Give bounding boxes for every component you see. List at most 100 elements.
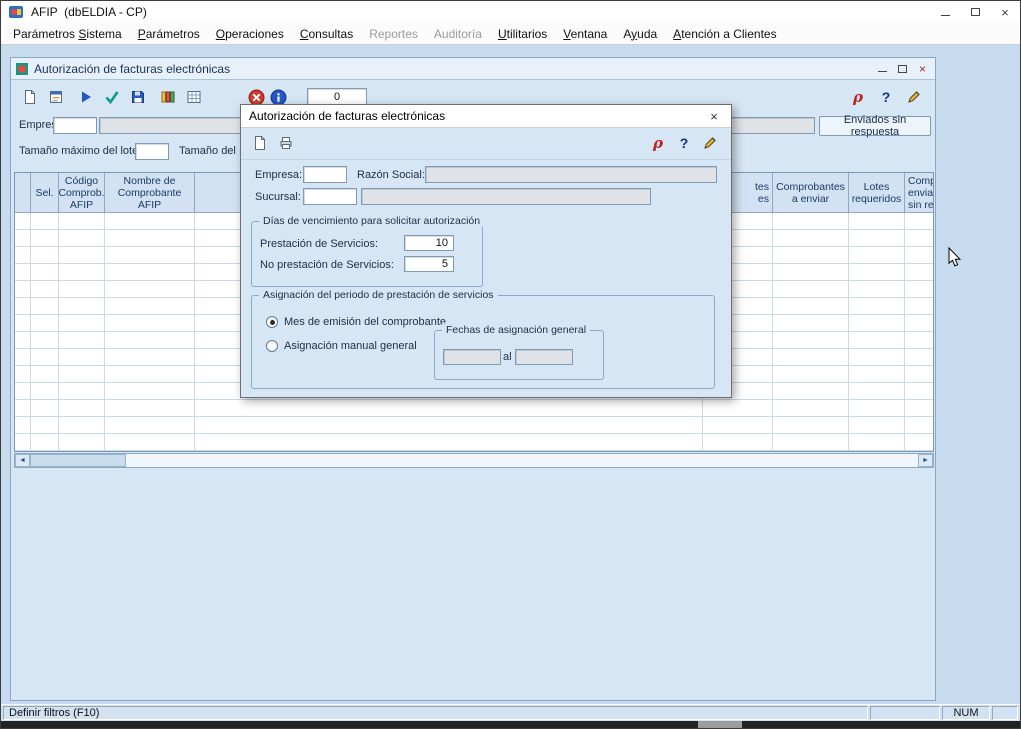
grid-cell — [849, 281, 905, 297]
grid-cell — [105, 315, 195, 331]
grid-cell — [773, 383, 849, 399]
grid-row[interactable] — [15, 400, 933, 417]
menu-operaciones[interactable]: Operaciones — [208, 27, 292, 41]
radio-mes-emision[interactable]: Mes de emisión del comprobante — [266, 316, 446, 328]
dialog-hotkeys-button[interactable] — [699, 132, 721, 154]
new-button[interactable] — [19, 86, 41, 108]
radio-asignacion-manual[interactable]: Asignación manual general — [266, 340, 417, 352]
fecha-hasta-field[interactable] — [515, 349, 573, 365]
grid-cell — [773, 366, 849, 382]
grid-cell — [905, 264, 934, 280]
scrollbar-thumb[interactable] — [30, 454, 126, 467]
minimize-button[interactable] — [930, 1, 960, 23]
horizontal-scrollbar[interactable]: ◄ ► — [14, 453, 934, 468]
grid-cell — [849, 315, 905, 331]
grid-cell — [905, 281, 934, 297]
prestacion-field[interactable]: 10 — [404, 235, 454, 251]
radio-mes-label: Mes de emisión del comprobante — [284, 316, 446, 328]
dialog-new-button[interactable] — [249, 132, 271, 154]
grid-cell — [105, 400, 195, 416]
dialog-autorizacion: Autorización de facturas electrónicas × … — [240, 104, 732, 398]
dialog-rho-button[interactable]: ρ — [647, 132, 669, 154]
fecha-desde-field[interactable] — [443, 349, 501, 365]
grid-row[interactable] — [15, 417, 933, 434]
grid-cell — [849, 230, 905, 246]
empresa-code-field[interactable] — [53, 117, 97, 134]
confirm-button[interactable] — [101, 86, 123, 108]
grid-cell — [905, 298, 934, 314]
menu-parametros[interactable]: Parámetros — [130, 27, 208, 41]
close-button[interactable]: × — [990, 1, 1020, 23]
scroll-left-button[interactable]: ◄ — [15, 454, 30, 467]
export-button[interactable] — [183, 86, 205, 108]
grid-cell — [59, 383, 105, 399]
tamano-partial-label: Tamaño del — [179, 145, 236, 157]
hotkeys-button[interactable] — [903, 86, 925, 108]
menu-atencion-a-clientes[interactable]: Atención a Clientes — [665, 27, 784, 41]
dialog-print-button[interactable] — [275, 132, 297, 154]
no-prestacion-label: No prestación de Servicios: — [260, 259, 394, 271]
dialog-razon-social-label: Razón Social: — [357, 169, 425, 181]
rho-button[interactable]: ρ — [847, 86, 869, 108]
grid-cell — [59, 315, 105, 331]
no-prestacion-field[interactable]: 5 — [404, 256, 454, 272]
new-document-icon — [252, 135, 268, 151]
grid-cell — [59, 298, 105, 314]
status-message: Definir filtros (F10) — [3, 706, 868, 720]
grid-cell — [31, 264, 59, 280]
grid-cell — [31, 366, 59, 382]
grid-cell — [31, 247, 59, 263]
check-icon — [104, 89, 120, 105]
prestacion-label: Prestación de Servicios: — [260, 238, 378, 250]
properties-button[interactable] — [45, 86, 67, 108]
dialog-close-button[interactable]: × — [697, 105, 731, 127]
grid-cell — [59, 349, 105, 365]
grid-column-header[interactable]: Comproba enviado sin respu — [905, 173, 934, 213]
enviados-sin-respuesta-button[interactable]: Enviados sin respuesta — [819, 116, 931, 136]
dialog-sucursal-field[interactable] — [303, 188, 357, 205]
dialog-help-button[interactable]: ? — [673, 132, 695, 154]
scroll-right-button[interactable]: ► — [918, 454, 933, 467]
grid-cell — [105, 264, 195, 280]
grid-cell — [849, 264, 905, 280]
dialog-sucursal-label: Sucursal: — [255, 191, 301, 203]
save-button[interactable] — [127, 86, 149, 108]
grid-column-header[interactable] — [15, 173, 31, 213]
radio-manual-label: Asignación manual general — [284, 340, 417, 352]
maximize-button[interactable] — [960, 1, 990, 23]
grid-cell — [773, 434, 849, 450]
grid-cell — [59, 264, 105, 280]
tamano-lote-field[interactable] — [135, 143, 169, 160]
dialog-title: Autorización de facturas electrónicas — [249, 109, 445, 123]
grid-cell — [849, 383, 905, 399]
menu-utilitarios[interactable]: Utilitarios — [490, 27, 555, 41]
grid-column-header[interactable]: Nombre de Comprobante AFIP — [105, 173, 195, 213]
dialog-empresa-field[interactable] — [303, 166, 347, 183]
grid-column-header[interactable]: Sel. — [31, 173, 59, 213]
tamano-maximo-label: Tamaño máximo del lote: — [19, 145, 141, 157]
menu-ventana[interactable]: Ventana — [555, 27, 615, 41]
grid-column-header[interactable]: Código Comprob. AFIP — [59, 173, 105, 213]
menu-consultas[interactable]: Consultas — [292, 27, 361, 41]
columns-button[interactable] — [157, 86, 179, 108]
grid-row[interactable] — [15, 434, 933, 451]
dialog-razon-social-field[interactable] — [425, 166, 717, 183]
grid-cell — [905, 434, 934, 450]
help-button[interactable]: ? — [875, 86, 897, 108]
menu-parametros-sistema[interactable]: Parámetros Sistema — [5, 27, 130, 41]
grid-cell — [31, 298, 59, 314]
vencimiento-groupbox: Días de vencimiento para solicitar autor… — [251, 221, 483, 287]
grid-column-header[interactable]: Comprobantes a enviar — [773, 173, 849, 213]
run-button[interactable] — [75, 86, 97, 108]
dialog-sucursal-name-field[interactable] — [361, 188, 651, 205]
child-maximize-button[interactable] — [894, 61, 911, 76]
child-window-title: Autorización de facturas electrónicas — [34, 62, 230, 76]
asignacion-groupbox: Asignación del periodo de prestación de … — [251, 295, 715, 389]
grid-column-header[interactable]: Lotes requeridos — [849, 173, 905, 213]
vencimiento-group-title: Días de vencimiento para solicitar autor… — [259, 215, 484, 227]
menu-ayuda[interactable]: Ayuda — [615, 27, 665, 41]
grid-cell — [849, 213, 905, 229]
child-minimize-button[interactable] — [874, 61, 891, 76]
child-close-button[interactable]: × — [914, 61, 931, 76]
grid-cell — [849, 434, 905, 450]
